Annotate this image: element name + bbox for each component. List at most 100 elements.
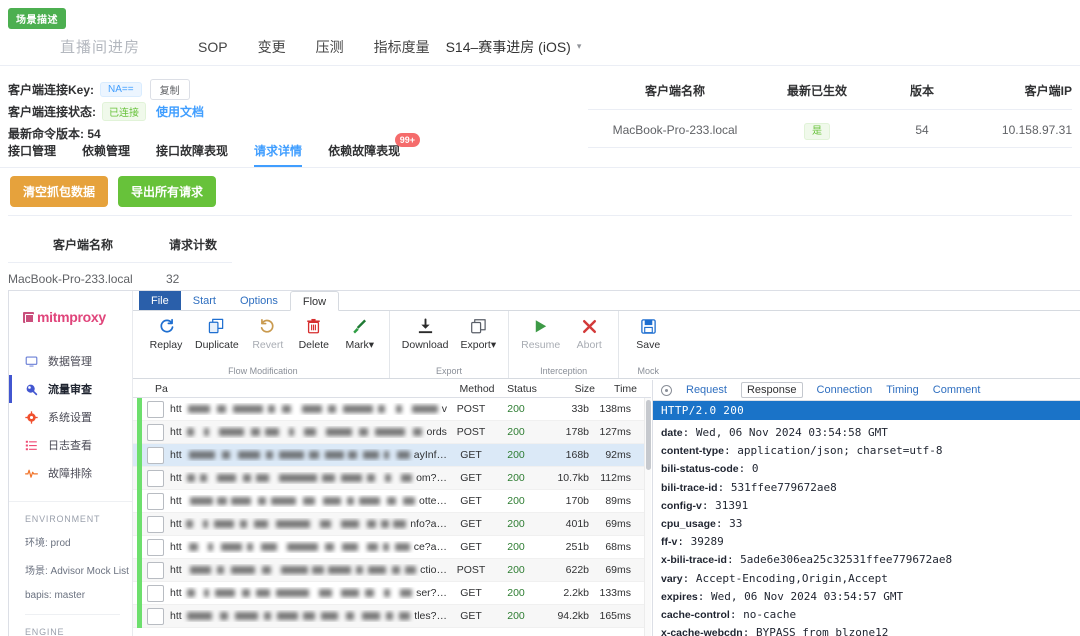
clear-capture-button[interactable]: 清空抓包数据 [10,176,109,207]
flow-list[interactable]: Pa Method Status Size Time htt v POST 200 33… [133,380,651,636]
docs-link[interactable]: 使用文档 [156,103,204,120]
tab-dependency-fault[interactable]: 依赖故障表现 99+ [328,133,421,165]
replay-button[interactable]: Replay [143,316,189,351]
nav-item-stress-test[interactable]: 压测 [316,37,344,57]
header-nav: SOP 变更 压测 指标度量 [198,37,430,57]
page-title: 直播间进房 [60,39,141,56]
flow-row[interactable]: htt nfo?a… GET 200 401b 69ms [133,513,651,536]
export-all-button[interactable]: 导出所有请求 [118,176,217,207]
flow-status: 200 [507,518,525,530]
flow-select-checkbox[interactable] [147,607,164,625]
scenario-selector[interactable]: S14–赛事进房 (iOS) ▾ [446,37,582,57]
ribbon-group-label: Export [435,366,462,376]
duplicate-button[interactable]: Duplicate [189,316,245,351]
flow-select-checkbox[interactable] [147,469,164,487]
settings-dot-icon[interactable] [661,384,672,396]
flow-row[interactable]: htt ords POST 200 178b 127ms [133,421,651,444]
flow-status: 200 [507,541,525,553]
redacted-url-segment [400,474,413,482]
flow-marker-bar [137,490,142,513]
ribbon-tab-file[interactable]: File [139,291,181,310]
sidebar-item-troubleshooting[interactable]: 故障排除 [9,459,132,487]
redacted-url-segment [366,520,376,528]
copy-button[interactable]: 复制 [149,78,190,100]
col-client-name: 客户端名称 [644,84,705,98]
flow-size: 10.7kb [557,472,589,484]
sidebar-item-log-viewer[interactable]: 日志查看 [9,431,132,459]
redacted-url-segment [359,497,380,505]
flow-marker-bar [137,559,142,582]
list-icon [25,439,38,452]
flow-select-checkbox[interactable] [147,400,164,418]
export-button[interactable]: Export▾ [454,316,502,351]
tab-request-detail[interactable]: 请求详情 [254,142,303,167]
redacted-url-segment [346,497,354,505]
response-header-name: x-cache-webcdn [661,627,743,636]
detail-tab-request[interactable]: Request [686,384,727,396]
sidebar-item-data-management[interactable]: 数据管理 [9,347,132,375]
revert-button[interactable]: Revert [245,316,291,351]
redacted-url-segment [246,543,253,551]
flow-row[interactable]: htt ser?… GET 200 2.2kb 133ms [133,582,651,605]
nav-item-sop[interactable]: SOP [198,39,228,55]
ribbon-tab-start[interactable]: Start [181,291,228,310]
flow-select-checkbox[interactable] [147,492,164,510]
trash-icon [305,316,322,336]
replay-label: Replay [149,339,183,351]
ribbon-group-mock: Save Mock [619,311,677,378]
flow-row[interactable]: htt v POST 200 33b 138ms [133,398,651,421]
redacted-url-segment [278,451,304,459]
flow-select-checkbox[interactable] [147,538,164,556]
delete-button[interactable]: Delete [291,316,337,351]
ribbon-tab-options[interactable]: Options [228,291,290,310]
flow-row[interactable]: htt ayInf… GET 200 168b 92ms [133,444,651,467]
ribbon-group-interception: Resume Abort Interception [509,311,620,378]
scrollbar-thumb[interactable] [646,400,651,470]
detail-tab-connection[interactable]: Connection [817,384,873,396]
tab-interface-fault[interactable]: 接口故障表现 [156,142,228,165]
resume-button[interactable]: Resume [515,316,566,351]
nav-item-change[interactable]: 变更 [258,37,286,57]
redacted-url-segment [280,566,309,574]
flow-select-checkbox[interactable] [147,515,164,533]
flow-row[interactable]: htt otte… GET 200 170b 89ms [133,490,651,513]
redacted-url-segment [386,612,394,620]
ribbon-tab-flow[interactable]: Flow [289,291,340,311]
redacted-url-segment [342,543,359,551]
flow-row[interactable]: htt ce?a… GET 200 251b 68ms [133,536,651,559]
redacted-url-segment [287,543,318,551]
nav-item-metrics[interactable]: 指标度量 [374,37,430,57]
sidebar-item-system-settings[interactable]: 系统设置 [9,403,132,431]
tab-dependency-management[interactable]: 依赖管理 [82,142,130,165]
mark-button[interactable]: Mark▾ [337,316,383,351]
abort-button[interactable]: Abort [566,316,612,351]
detail-tab-comment[interactable]: Comment [933,384,981,396]
flow-path-suffix: ords [426,426,447,438]
flow-select-checkbox[interactable] [147,561,164,579]
brush-icon [351,316,368,336]
flow-size: 33b [571,403,589,415]
flow-select-checkbox[interactable] [147,423,164,441]
redacted-url-segment [301,405,322,413]
redacted-url-segment [383,451,389,459]
redacted-url-segment [230,566,255,574]
redacted-url-segment [393,520,407,528]
redacted-url-segment [214,589,236,597]
redacted-url-segment [242,474,252,482]
response-header-name: bili-status-code [661,463,739,476]
sidebar-item-traffic-inspection[interactable]: 流量审查 [9,375,132,403]
tab-interface-management[interactable]: 接口管理 [8,142,56,165]
flow-list-scrollbar[interactable] [644,398,651,636]
save-button[interactable]: Save [625,316,671,351]
redacted-url-segment [340,520,360,528]
flow-row[interactable]: htt om?… GET 200 10.7kb 112ms [133,467,651,490]
flow-select-checkbox[interactable] [147,584,164,602]
redacted-url-segment [241,589,251,597]
flow-row[interactable]: htt ctio… POST 200 622b 69ms [133,559,651,582]
download-button[interactable]: Download [396,316,455,351]
redacted-url-segment [395,543,410,551]
flow-select-checkbox[interactable] [147,446,164,464]
detail-tab-timing[interactable]: Timing [886,384,919,396]
flow-row[interactable]: htt tles?… GET 200 94.2kb 165ms [133,605,651,628]
detail-tab-response[interactable]: Response [740,382,803,398]
